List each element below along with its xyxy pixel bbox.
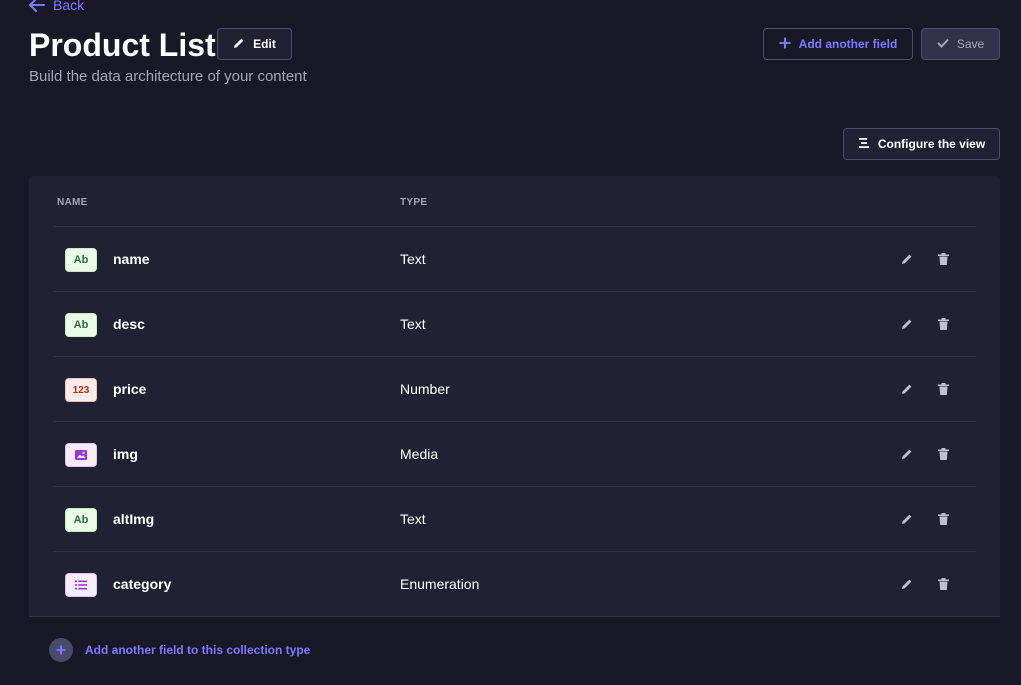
table-row: 123 price Number <box>53 357 976 422</box>
trash-icon[interactable] <box>934 575 952 593</box>
pencil-icon[interactable] <box>898 510 916 528</box>
edit-button-label: Edit <box>253 37 276 51</box>
page-title: Product List <box>29 27 216 63</box>
pencil-icon[interactable] <box>898 380 916 398</box>
back-link[interactable]: Back <box>29 0 84 13</box>
page-subtitle: Build the data architecture of your cont… <box>29 68 307 85</box>
table-body: Ab name Text Ab desc Text 123 price Numb… <box>53 227 976 617</box>
text-type-icon: Ab <box>65 248 97 272</box>
list-settings-icon <box>858 137 870 152</box>
field-name: altImg <box>113 511 155 527</box>
trash-icon[interactable] <box>934 445 952 463</box>
text-type-icon: Ab <box>65 508 97 532</box>
add-field-to-collection-label: Add another field to this collection typ… <box>85 643 311 657</box>
back-label: Back <box>53 0 85 13</box>
field-type: Number <box>400 381 450 397</box>
pencil-icon[interactable] <box>898 315 916 333</box>
text-type-icon: Ab <box>65 313 97 337</box>
table-row: img Media <box>53 422 976 487</box>
arrow-left-icon <box>29 0 45 12</box>
plus-icon <box>779 37 791 52</box>
edit-button[interactable]: Edit <box>217 28 292 60</box>
fields-table: NAME TYPE Ab name Text Ab desc Text 123 … <box>29 176 1000 685</box>
field-type: Text <box>400 316 426 332</box>
save-label: Save <box>956 37 985 51</box>
enumeration-type-icon <box>65 573 97 597</box>
trash-icon[interactable] <box>934 315 952 333</box>
configure-view-label: Configure the view <box>877 137 986 151</box>
field-name: price <box>113 381 147 397</box>
trash-icon[interactable] <box>934 250 952 268</box>
pencil-icon[interactable] <box>898 575 916 593</box>
number-type-icon: 123 <box>65 378 97 402</box>
trash-icon[interactable] <box>934 380 952 398</box>
field-type: Text <box>400 511 426 527</box>
field-name: category <box>113 576 172 592</box>
add-field-to-collection-button[interactable]: Add another field to this collection typ… <box>49 638 310 662</box>
table-row: Ab desc Text <box>53 292 976 357</box>
field-type: Media <box>400 446 439 462</box>
content-type-builder-page: Back Product List Edit Build the data ar… <box>0 0 1021 685</box>
media-type-icon <box>65 443 97 467</box>
column-header-name: NAME <box>57 197 88 208</box>
column-header-type: TYPE <box>400 197 428 208</box>
field-name: name <box>113 251 150 267</box>
pencil-icon <box>233 37 245 52</box>
field-name: desc <box>113 316 145 332</box>
save-button[interactable]: Save <box>921 28 1000 60</box>
table-row: category Enumeration <box>53 552 976 617</box>
field-name: img <box>113 446 138 462</box>
trash-icon[interactable] <box>934 510 952 528</box>
table-footer: Add another field to this collection typ… <box>29 616 1000 685</box>
plus-circle-icon <box>49 638 73 662</box>
table-header: NAME TYPE <box>53 176 976 227</box>
check-icon <box>937 37 949 51</box>
pencil-icon[interactable] <box>898 250 916 268</box>
table-row: Ab name Text <box>53 227 976 292</box>
pencil-icon[interactable] <box>898 445 916 463</box>
field-type: Text <box>400 251 426 267</box>
table-row: Ab altImg Text <box>53 487 976 552</box>
add-another-field-label: Add another field <box>798 37 898 51</box>
add-another-field-button[interactable]: Add another field <box>763 28 913 60</box>
configure-view-button[interactable]: Configure the view <box>843 128 1000 160</box>
field-type: Enumeration <box>400 576 480 592</box>
